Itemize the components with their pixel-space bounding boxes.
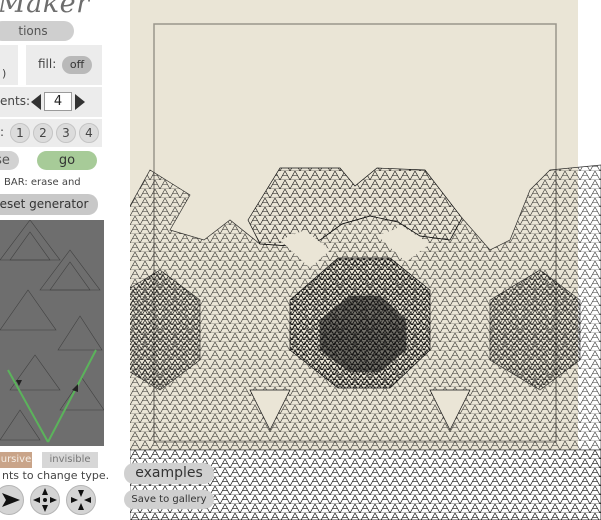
play-button[interactable] [0,485,24,515]
go-button[interactable]: go [37,151,97,170]
move-out-button[interactable] [66,485,96,515]
generator-editor[interactable] [0,220,104,446]
reset-generator-label: eset generator [0,197,89,211]
examples-button[interactable]: examples [124,463,214,484]
type-box: : 1 2 3 4 [0,119,102,147]
drawing-canvas[interactable]: examples Save to gallery [124,0,601,520]
reset-generator-button[interactable]: eset generator [0,194,98,215]
change-type-hint: nts to change type. [2,469,110,482]
generator-editor-graphic [0,220,104,443]
stub-box: ) [0,45,18,85]
stub-value: ) [2,67,7,80]
fill-toggle[interactable]: off [62,56,92,74]
arrow-left-icon[interactable] [30,94,42,110]
control-panel: Maker tions ) fill: off ents: 4 : 1 2 3 … [0,0,130,520]
type-option-label: 3 [62,126,70,140]
type-option-2[interactable]: 2 [33,123,53,143]
save-to-gallery-button[interactable]: Save to gallery [124,490,214,509]
arrow-right-icon[interactable] [74,94,86,110]
go-button-label: go [58,153,76,168]
examples-button-label: examples [135,465,203,481]
recursive-tag-label: ursive [0,454,32,465]
invisible-tag-label: invisible [49,454,91,465]
type-label: : [0,125,5,139]
erase-button[interactable]: se [0,151,19,170]
invisible-tag[interactable]: invisible [42,452,98,468]
type-option-label: 2 [39,126,47,140]
type-option-3[interactable]: 3 [56,123,76,143]
type-option-label: 4 [85,126,93,140]
segments-value: 4 [53,94,63,109]
move-in-button[interactable] [30,485,60,515]
type-option-1[interactable]: 1 [10,123,30,143]
segments-label: ents: [0,94,30,108]
app-title: Maker [0,0,90,19]
fill-box: fill: off [26,45,102,85]
generator-segment [7,369,49,443]
move-in-icon [33,488,57,512]
segments-value-field[interactable]: 4 [44,92,72,111]
bar-hint: BAR: erase and [4,177,81,188]
generator-segment [47,349,97,443]
erase-button-label: se [0,153,10,168]
fractal-drawing [130,0,601,520]
segments-box: ents: 4 [0,87,102,117]
options-tab-label: tions [18,24,48,38]
type-option-label: 1 [16,126,24,140]
move-out-icon [71,490,91,510]
type-option-4[interactable]: 4 [79,123,99,143]
fill-toggle-value: off [69,58,85,71]
recursive-tag[interactable]: ursive [0,452,32,468]
fill-label: fill: [38,57,57,71]
options-tab[interactable]: tions [0,21,74,41]
play-arrow-icon [2,493,20,507]
save-to-gallery-label: Save to gallery [131,494,207,505]
